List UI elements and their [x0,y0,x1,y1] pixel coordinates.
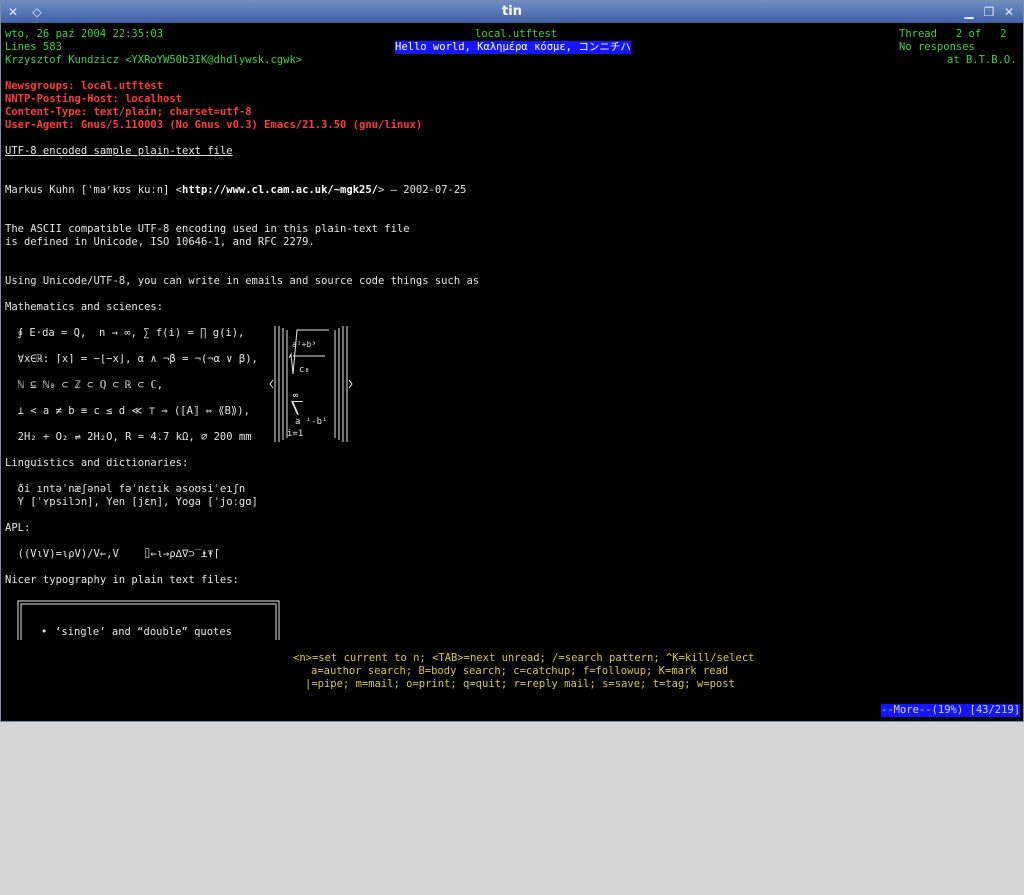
typography-heading: Nicer typography in plain text files: [5,574,239,586]
author-date-text: > — 2002-07-25 [377,184,467,196]
article-subject: Hello world, Καλημέρα κόσμε, コンニチハ [395,41,631,54]
linguistics-line-1: ði ıntəˈnæʃənəl fəˈnɛtık əsoʊsiˈeıʃn [5,483,246,495]
maximize-icon[interactable]: ❐ [981,4,997,20]
linguistics-heading: Linguistics and dictionaries: [5,457,189,469]
thread-position: Thread 2 of 2 [899,28,1007,40]
author-name-text: Markus Kuhn [ˈmaʳkʊs kuːn] < [5,184,183,196]
help-line-3: |=pipe; m=mail; o=print; q=quit; r=reply… [305,678,735,690]
formula-numerator: a²+b³ [292,340,317,349]
help-line-2: a=author search; B=body search; c=catchu… [311,665,729,677]
body-author-line: Markus Kuhn [ˈmaʳkʊs kuːn] <http://www.c… [5,184,467,197]
help-line-1: <n>=set current to n; <TAB>=next unread;… [293,652,755,664]
line-count: Lines 583 [5,41,62,53]
terminal-window: ✕ ◇ tin ▁ ❐ ✕ wto, 26 paź 2004 22:35:03 … [0,0,1024,722]
math-line-3: ℕ ⊆ ℕ₀ ⊂ ℤ ⊂ ℚ ⊂ ℝ ⊂ ℂ, [5,379,164,391]
header-nntp-host: NNTP-Posting-Host: localhost [5,93,183,105]
body-title: UTF-8 encoded sample plain-text file [5,145,233,157]
typography-line-1: ‘single’ and “double” quotes [55,626,233,638]
formula-sum-sign: ⎲ [291,400,304,416]
body-paragraph-1b: is defined in Unicode, ISO 10646-1, and … [5,236,315,248]
header-newsgroups: Newsgroups: local.utftest [5,80,164,92]
author-url-link[interactable]: http://www.cl.cam.ac.uk/~mgk25/ [182,184,378,196]
math-line-5: 2H₂ + O₂ ⇌ 2H₂O, R = 4.7 kΩ, ⌀ 200 mm [5,431,252,443]
formula-index: i=1 [287,429,304,439]
response-count: No responses [899,41,975,53]
minimize-icon[interactable]: ▁ [961,4,977,20]
article-author: Krzysztof Kundzicz <YXRoYW50b3IK@dhdlyws… [5,54,303,66]
apl-heading: APL: [5,522,31,534]
header-content-type: Content-Type: text/plain; charset=utf-8 [5,106,252,118]
author-organization: at B.T.B.O. [947,54,1017,66]
pager-status: --More--(19%) [43/219] [881,704,1021,717]
article-date: wto, 26 paź 2004 22:35:03 [5,28,164,40]
apl-line-1: ((V⍳V)=⍳⍴V)/V←,V ⌷←⍳→⍴∆∇⊃‾⍎⍕⌈ [5,548,220,560]
newsgroup-name: local.utftest [475,28,558,40]
close-icon[interactable]: ✕ [1001,4,1017,20]
header-user-agent: User-Agent: Gnus/5.110003 (No Gnus v0.3)… [5,119,423,131]
math-line-4: ⊥ < a ≠ b ≡ c ≤ d ≪ ⊤ ⇒ (⟦A⟧ ⇔ ⟪B⟫), [5,405,250,417]
math-line-2: ∀x∈ℝ: ⌈x⌉ = −⌊−x⌋, α ∧ ¬β = ¬(¬α ∨ β), [5,353,258,365]
window-title: tin [502,4,522,19]
body-paragraph-1a: The ASCII compatible UTF-8 encoding used… [5,223,410,235]
title-bar[interactable]: ✕ ◇ tin ▁ ❐ ✕ [1,1,1023,23]
formula-denominator: c₈ [299,365,310,375]
linguistics-line-2: Y [ˈʏpsilɔn], Yen [jɛn], Yoga [ˈjoːgɑ] [5,496,258,508]
terminal-content[interactable]: wto, 26 paź 2004 22:35:03 local.utftest … [5,24,1021,720]
body-paragraph-2: Using Unicode/UTF-8, you can write in em… [5,275,480,287]
math-heading: Mathematics and sciences: [5,301,164,313]
math-line-1: ∮ E⋅da = Q, n → ∞, ∑ f(i) = ∏ g(i), [5,327,245,339]
bullet-icon: • [41,626,48,638]
